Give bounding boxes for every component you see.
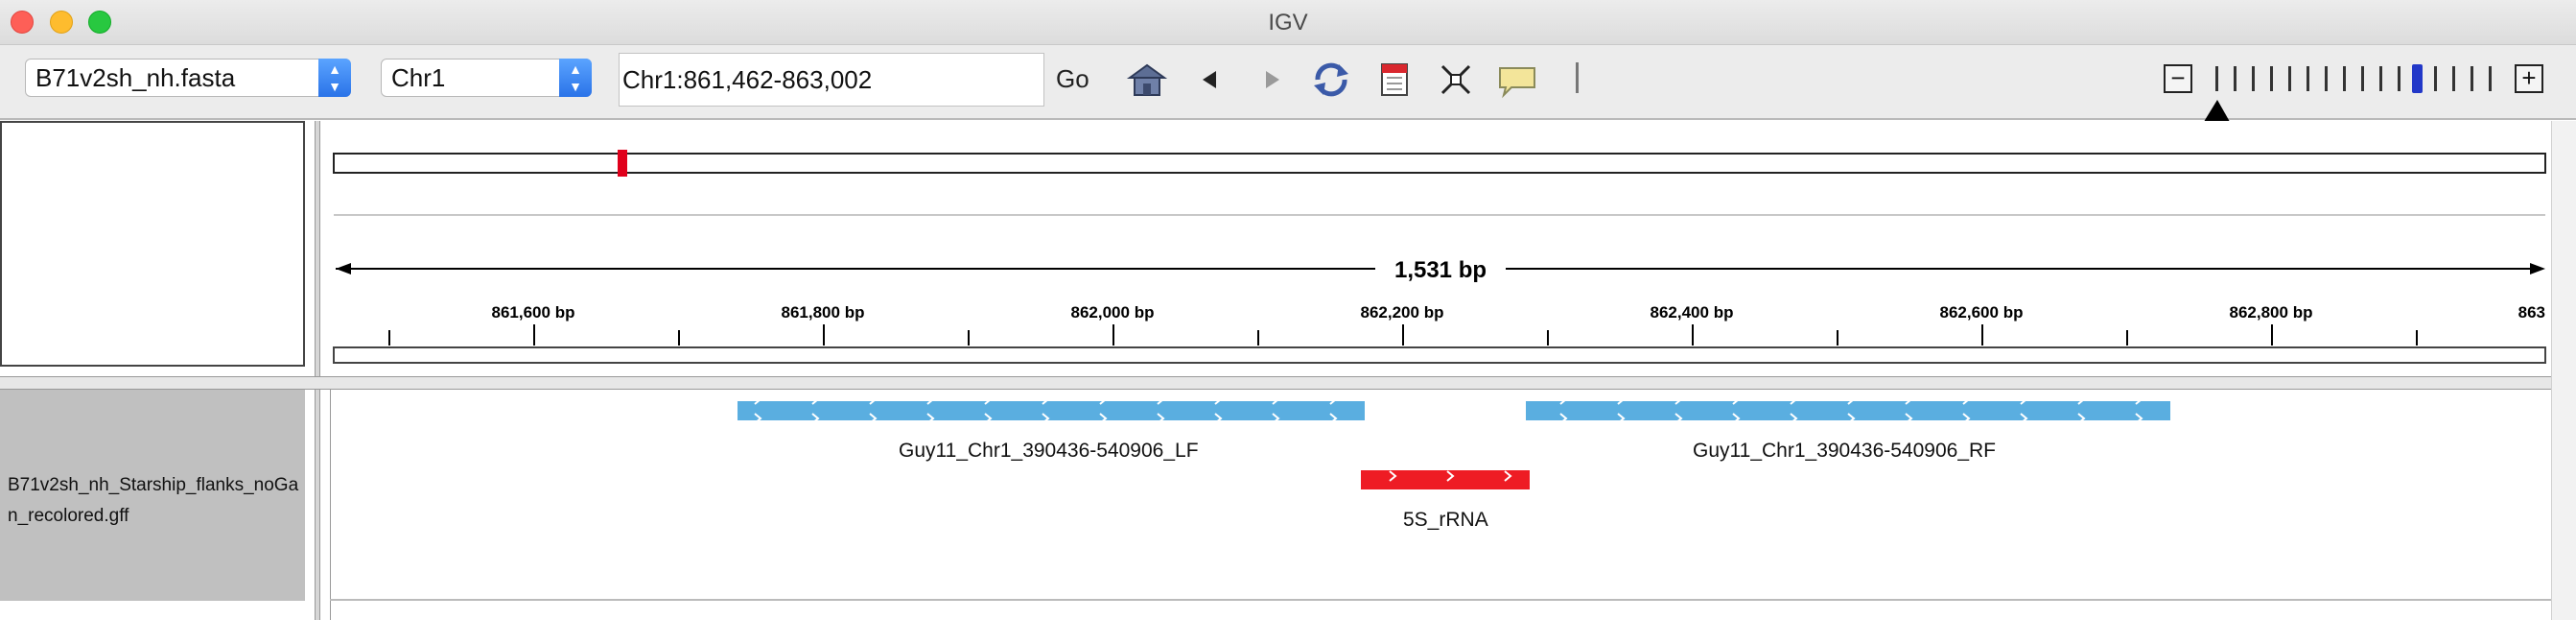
refresh-icon[interactable]: [1310, 60, 1352, 99]
ruler-graphic: 1,531 bp 861,600 bp 861,800 bp 862,000 bp 8…: [333, 150, 2546, 364]
home-icon[interactable]: [1126, 60, 1168, 99]
back-icon[interactable]: [1189, 60, 1231, 99]
zoom-tick[interactable]: [2434, 66, 2437, 91]
feature-5s-rrna[interactable]: [1361, 470, 1530, 489]
zoom-tick[interactable]: [2361, 66, 2364, 91]
zoom-tick[interactable]: [2252, 66, 2255, 91]
ruler-tick-label: 862,800 bp: [2230, 303, 2313, 322]
zoom-tick[interactable]: [2452, 66, 2455, 91]
window-title: IGV: [1268, 10, 1308, 36]
ruler-tick-label: 862,000 bp: [1071, 303, 1155, 322]
ruler-tick-label: 862,600 bp: [1940, 303, 2024, 322]
updown-arrows-icon: ▲ ▼: [318, 59, 351, 97]
title-bar: IGV: [0, 0, 2576, 45]
zoom-tick[interactable]: [2288, 66, 2291, 91]
ruler-tick-label: 862,400 bp: [1651, 303, 1734, 322]
chromosome-dropdown[interactable]: Chr1 ▲ ▼: [381, 59, 592, 97]
feature-guy11-lf[interactable]: [738, 401, 1365, 420]
zoom-tick[interactable]: [2234, 66, 2236, 91]
roi-icon[interactable]: [1373, 60, 1416, 99]
feature-label-5s-rrna: 5S_rRNA: [1403, 509, 1488, 531]
feature-label-rf: Guy11_Chr1_390436-540906_RF: [1693, 440, 1997, 462]
ruler-tick-labels: 861,600 bp 861,800 bp 862,000 bp 862,200 bp…: [492, 303, 2545, 322]
zoom-out-button[interactable]: −: [2164, 64, 2192, 93]
go-button[interactable]: Go: [1056, 64, 1089, 94]
feature-label-lf: Guy11_Chr1_390436-540906_LF: [899, 440, 1199, 462]
locus-search-input[interactable]: Chr1:861,462-863,002: [619, 53, 1044, 107]
popup-info-icon[interactable]: [1496, 60, 1538, 99]
toolbar: B71v2sh_nh.fasta ▲ ▼ Chr1 ▲ ▼ Chr1:861,462…: [0, 45, 2576, 120]
track-name-panel[interactable]: B71v2sh_nh_Starship_flanks_noGan_recolor…: [0, 390, 305, 601]
track-name-label: B71v2sh_nh_Starship_flanks_noGan_recolor…: [8, 475, 299, 526]
ruler-tick-label: 862,200 bp: [1361, 303, 1444, 322]
igv-window: IGV B71v2sh_nh.fasta ▲ ▼ Chr1 ▲ ▼ Chr1:861…: [0, 0, 2576, 620]
zoom-tick[interactable]: [2270, 66, 2273, 91]
chromosome-ideogram: [333, 153, 2546, 174]
ruler-panel[interactable]: 1,531 bp 861,600 bp 861,800 bp 862,000 bp 8…: [330, 121, 2551, 367]
toolbar-separator: [1576, 62, 1579, 93]
ruler-tick-label: 863: [2518, 303, 2545, 322]
track-bottom-border: [330, 599, 2551, 601]
zoom-tick[interactable]: [2307, 66, 2309, 91]
current-region-marker: [618, 150, 627, 177]
zoom-tick[interactable]: [2489, 66, 2492, 91]
ruler-frame-bottom: [333, 346, 2546, 364]
genome-dropdown[interactable]: B71v2sh_nh.fasta ▲ ▼: [25, 59, 351, 97]
ruler-tick-label: 861,800 bp: [782, 303, 865, 322]
zoom-tick[interactable]: [2471, 66, 2473, 91]
zoom-tick[interactable]: [2379, 66, 2382, 91]
zoom-in-button[interactable]: +: [2515, 64, 2543, 93]
zoom-tick[interactable]: [2343, 66, 2346, 91]
feature-track-graphic: [738, 401, 2170, 489]
resize-icon[interactable]: [1435, 60, 1477, 99]
header-name-panel: [0, 121, 305, 367]
ruler-tick-label: 861,600 bp: [492, 303, 575, 322]
updown-arrows-icon: ▲ ▼: [559, 59, 592, 97]
zoom-tick[interactable]: [2215, 66, 2218, 91]
ruler-tick-marks: [388, 324, 2418, 346]
forward-icon[interactable]: [1251, 60, 1293, 99]
feature-guy11-rf[interactable]: [1526, 401, 2170, 420]
feature-track-panel[interactable]: Guy11_Chr1_390436-540906_LF Guy11_Chr1_3…: [330, 390, 2552, 620]
zoom-tick[interactable]: [2325, 66, 2328, 91]
span-label: 1,531 bp: [1394, 257, 1487, 283]
genome-dropdown-value: B71v2sh_nh.fasta: [35, 63, 236, 92]
zoom-slider-thumb[interactable]: [2412, 64, 2423, 93]
chromosome-dropdown-value: Chr1: [391, 63, 446, 92]
panel-divider[interactable]: [315, 121, 320, 620]
zoom-tick[interactable]: [2398, 66, 2400, 91]
panel-separator[interactable]: [0, 376, 2576, 390]
vertical-scrollbar[interactable]: [2551, 121, 2576, 620]
